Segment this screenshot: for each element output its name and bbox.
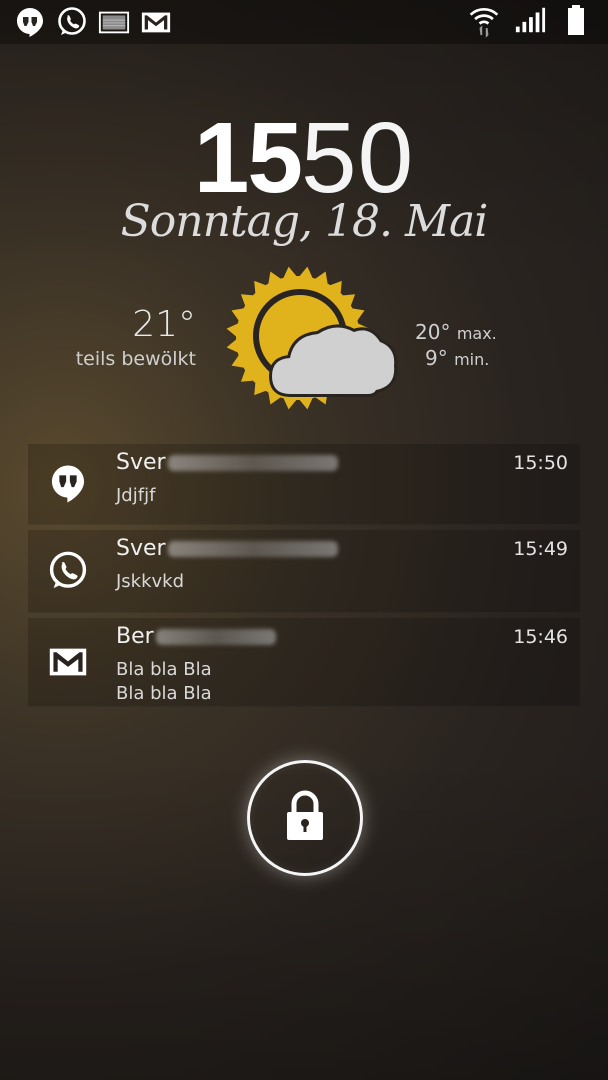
sender-name: Sver (116, 536, 166, 561)
sender-name: Ber (116, 624, 154, 649)
notification-title: Sver (116, 450, 338, 475)
sender-name: Sver (116, 450, 166, 475)
gmail-icon (140, 6, 172, 38)
notification-time: 15:50 (513, 452, 568, 474)
notification-title: Ber (116, 624, 276, 649)
notification-text: Jskkvkd (116, 571, 185, 592)
blurred-sender (155, 629, 276, 645)
max-temperature: 20° max. (415, 320, 497, 344)
gmail-icon (46, 640, 90, 684)
date: Sonntag, 18. Mai (120, 196, 489, 247)
current-temperature: 21° (132, 304, 196, 345)
notification-text: Jdjfjf (116, 485, 156, 506)
whatsapp-icon (46, 549, 90, 593)
padlock-icon (283, 789, 327, 847)
whatsapp-icon (56, 6, 88, 38)
status-bar (0, 0, 608, 44)
notification-title: Sver (116, 536, 338, 561)
notification-text-line1: Bla bla Bla (116, 659, 212, 680)
wifi-icon (468, 4, 500, 38)
notification-text-line2: Bla bla Bla (116, 683, 212, 704)
image-notification-icon (98, 6, 130, 38)
notification-text: Bla bla Bla Bla bla Bla (116, 658, 212, 706)
notification-hangouts[interactable]: Sver Jdjfjf 15:50 (28, 444, 580, 525)
notification-whatsapp[interactable]: Sver Jskkvkd 15:49 (28, 530, 580, 613)
notification-gmail[interactable]: Ber Bla bla Bla Bla bla Bla 15:46 (28, 618, 580, 707)
blurred-sender (167, 541, 338, 557)
hangouts-icon (46, 462, 90, 506)
clock: 1550 (0, 108, 608, 208)
max-label: max. (456, 324, 497, 343)
battery-icon (560, 4, 592, 36)
partly-cloudy-icon (220, 262, 400, 422)
min-temperature-value: 9° (425, 346, 448, 370)
notification-time: 15:49 (513, 538, 568, 560)
min-label: min. (454, 350, 490, 369)
min-temperature: 9° min. (425, 346, 489, 370)
hangouts-icon (14, 6, 46, 38)
signal-icon (514, 4, 546, 36)
weather-condition: teils bewölkt (75, 348, 196, 370)
max-temperature-value: 20° (415, 320, 451, 344)
blurred-sender (167, 455, 338, 471)
unlock-button[interactable] (247, 760, 363, 876)
notification-time: 15:46 (513, 626, 568, 648)
